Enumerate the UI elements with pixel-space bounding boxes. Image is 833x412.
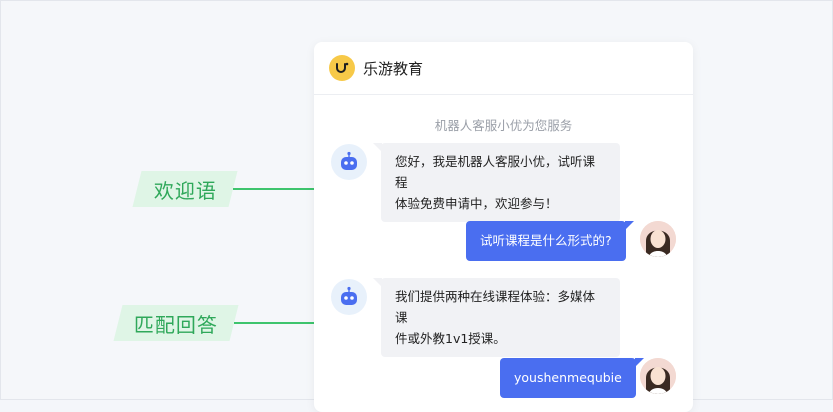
message-text: 试听课程是什么形式的? [480,233,612,248]
message-line: 件或外教1v1授课。 [395,331,506,346]
intro-text: 机器人客服小优为您服务 [434,118,573,133]
bot-message: 您好，我是机器人客服小优，试听课程 体验免费申请中，欢迎参与！ [373,143,620,222]
annotation-label: 匹配回答 [134,312,218,337]
user-message: 试听课程是什么形式的? [466,221,634,261]
user-avatar [640,358,676,394]
message-line: 您好，我是机器人客服小优，试听课程 [395,154,596,190]
message-text: youshenmequbie [514,370,622,385]
robot-avatar-icon [331,144,367,180]
chat-window: 乐游教育 机器人客服小优为您服务 您好，我是机器人客服小优，试听课程 体验免费申… [314,42,693,412]
annotation-tag-welcome: 欢迎语 [132,171,238,207]
robot-avatar-icon [331,279,367,315]
app-title: 乐游教育 [363,59,424,78]
message-line: 我们提供两种在线课程体验：多媒体课 [395,289,596,325]
message-line: 体验免费申请中，欢迎参与！ [395,196,558,211]
user-avatar [640,221,676,257]
bot-message: 我们提供两种在线课程体验：多媒体课 件或外教1v1授课。 [373,278,620,357]
brand-logo-icon [329,55,355,81]
annotation-label: 欢迎语 [153,178,217,203]
chat-header: 乐游教育 [314,42,693,95]
annotation-tag-matched-answer: 匹配回答 [113,305,239,341]
user-message: youshenmequbie [500,358,644,398]
